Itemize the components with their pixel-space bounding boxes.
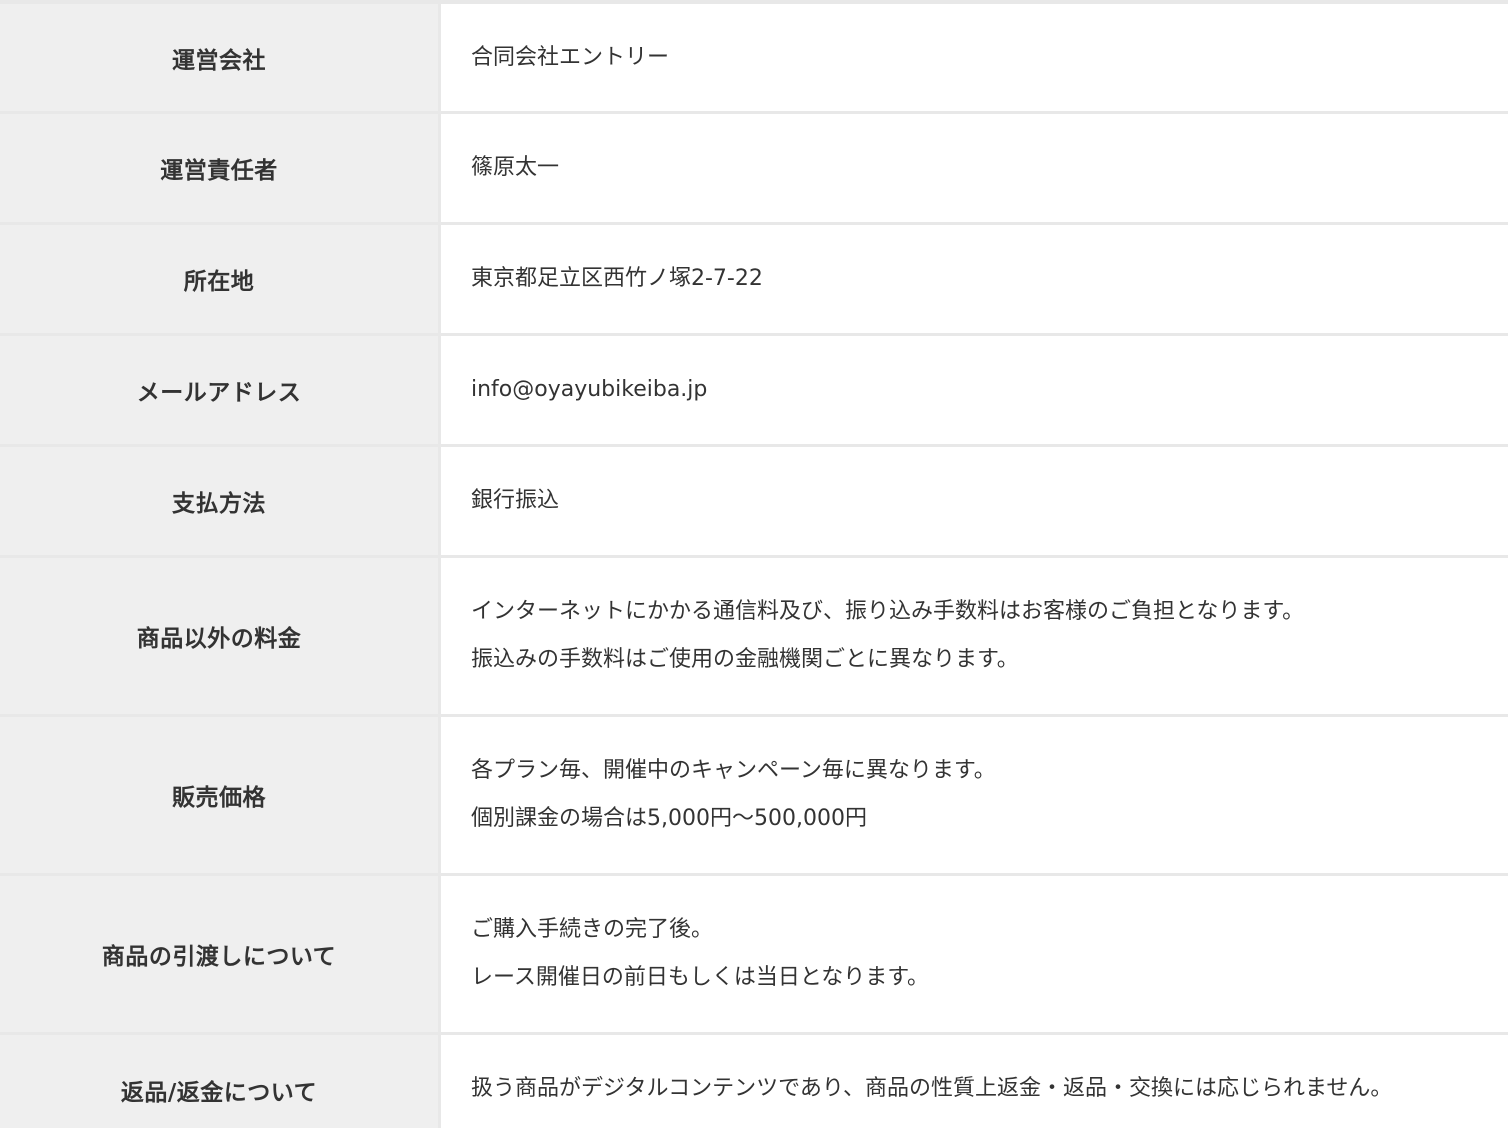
table-row-sales-price: 販売価格 各プラン毎、開催中のキャンペーン毎に異なります。 個別課金の場合は5,… bbox=[0, 717, 1508, 876]
value-line: 扱う商品がデジタルコンテンツであり、商品の性質上返金・返品・交換には応じられませ… bbox=[471, 1076, 1393, 1101]
row-label: 販売価格 bbox=[0, 717, 441, 873]
row-label: 支払方法 bbox=[0, 447, 441, 555]
row-value: 各プラン毎、開催中のキャンペーン毎に異なります。 個別課金の場合は5,000円～… bbox=[441, 717, 1508, 873]
value-line: 各プラン毎、開催中のキャンペーン毎に異なります。 bbox=[471, 758, 996, 783]
row-value: 銀行振込 bbox=[441, 447, 1508, 555]
row-value: 扱う商品がデジタルコンテンツであり、商品の性質上返金・返品・交換には応じられませ… bbox=[441, 1035, 1508, 1128]
row-label: 商品以外の料金 bbox=[0, 558, 441, 714]
value-line: 銀行振込 bbox=[471, 488, 560, 513]
row-value: ご購入手続きの完了後。 レース開催日の前日もしくは当日となります。 bbox=[441, 876, 1508, 1032]
company-info-table: 運営会社 合同会社エントリー 運営責任者 篠原太一 所在地 東京都足立区西竹ノ塚… bbox=[0, 0, 1508, 1128]
table-row-email: メールアドレス info@oyayubikeiba.jp bbox=[0, 336, 1508, 447]
value-line: 合同会社エントリー bbox=[471, 44, 670, 70]
row-value: インターネットにかかる通信料及び、振り込み手数料はお客様のご負担となります。 振… bbox=[441, 558, 1508, 714]
row-value: info@oyayubikeiba.jp bbox=[441, 336, 1508, 444]
row-label: 返品/返金について bbox=[0, 1035, 441, 1128]
value-line: ご購入手続きの完了後。 bbox=[471, 917, 714, 942]
row-value: 篠原太一 bbox=[441, 114, 1508, 222]
row-label: メールアドレス bbox=[0, 336, 441, 444]
table-row-delivery: 商品の引渡しについて ご購入手続きの完了後。 レース開催日の前日もしくは当日とな… bbox=[0, 876, 1508, 1035]
row-value: 東京都足立区西竹ノ塚2-7-22 bbox=[441, 225, 1508, 333]
table-row-other-fees: 商品以外の料金 インターネットにかかる通信料及び、振り込み手数料はお客様のご負担… bbox=[0, 558, 1508, 717]
value-line: 篠原太一 bbox=[471, 155, 560, 180]
value-line: レース開催日の前日もしくは当日となります。 bbox=[471, 965, 930, 990]
row-label: 運営責任者 bbox=[0, 114, 441, 222]
row-label: 商品の引渡しについて bbox=[0, 876, 441, 1032]
table-row-payment-method: 支払方法 銀行振込 bbox=[0, 447, 1508, 558]
value-line: 東京都足立区西竹ノ塚2-7-22 bbox=[471, 266, 763, 291]
row-value: 合同会社エントリー bbox=[441, 4, 1508, 111]
table-row-manager: 運営責任者 篠原太一 bbox=[0, 114, 1508, 225]
value-line: 個別課金の場合は5,000円～500,000円 bbox=[471, 806, 867, 831]
row-label: 所在地 bbox=[0, 225, 441, 333]
table-row-operating-company: 運営会社 合同会社エントリー bbox=[0, 4, 1508, 114]
email-text: info@oyayubikeiba.jp bbox=[471, 377, 708, 402]
value-line: インターネットにかかる通信料及び、振り込み手数料はお客様のご負担となります。 bbox=[471, 599, 1305, 624]
table-row-address: 所在地 東京都足立区西竹ノ塚2-7-22 bbox=[0, 225, 1508, 336]
table-row-returns-refunds: 返品/返金について 扱う商品がデジタルコンテンツであり、商品の性質上返金・返品・… bbox=[0, 1035, 1508, 1128]
value-line: 振込みの手数料はご使用の金融機関ごとに異なります。 bbox=[471, 647, 1019, 672]
row-label: 運営会社 bbox=[0, 4, 441, 111]
